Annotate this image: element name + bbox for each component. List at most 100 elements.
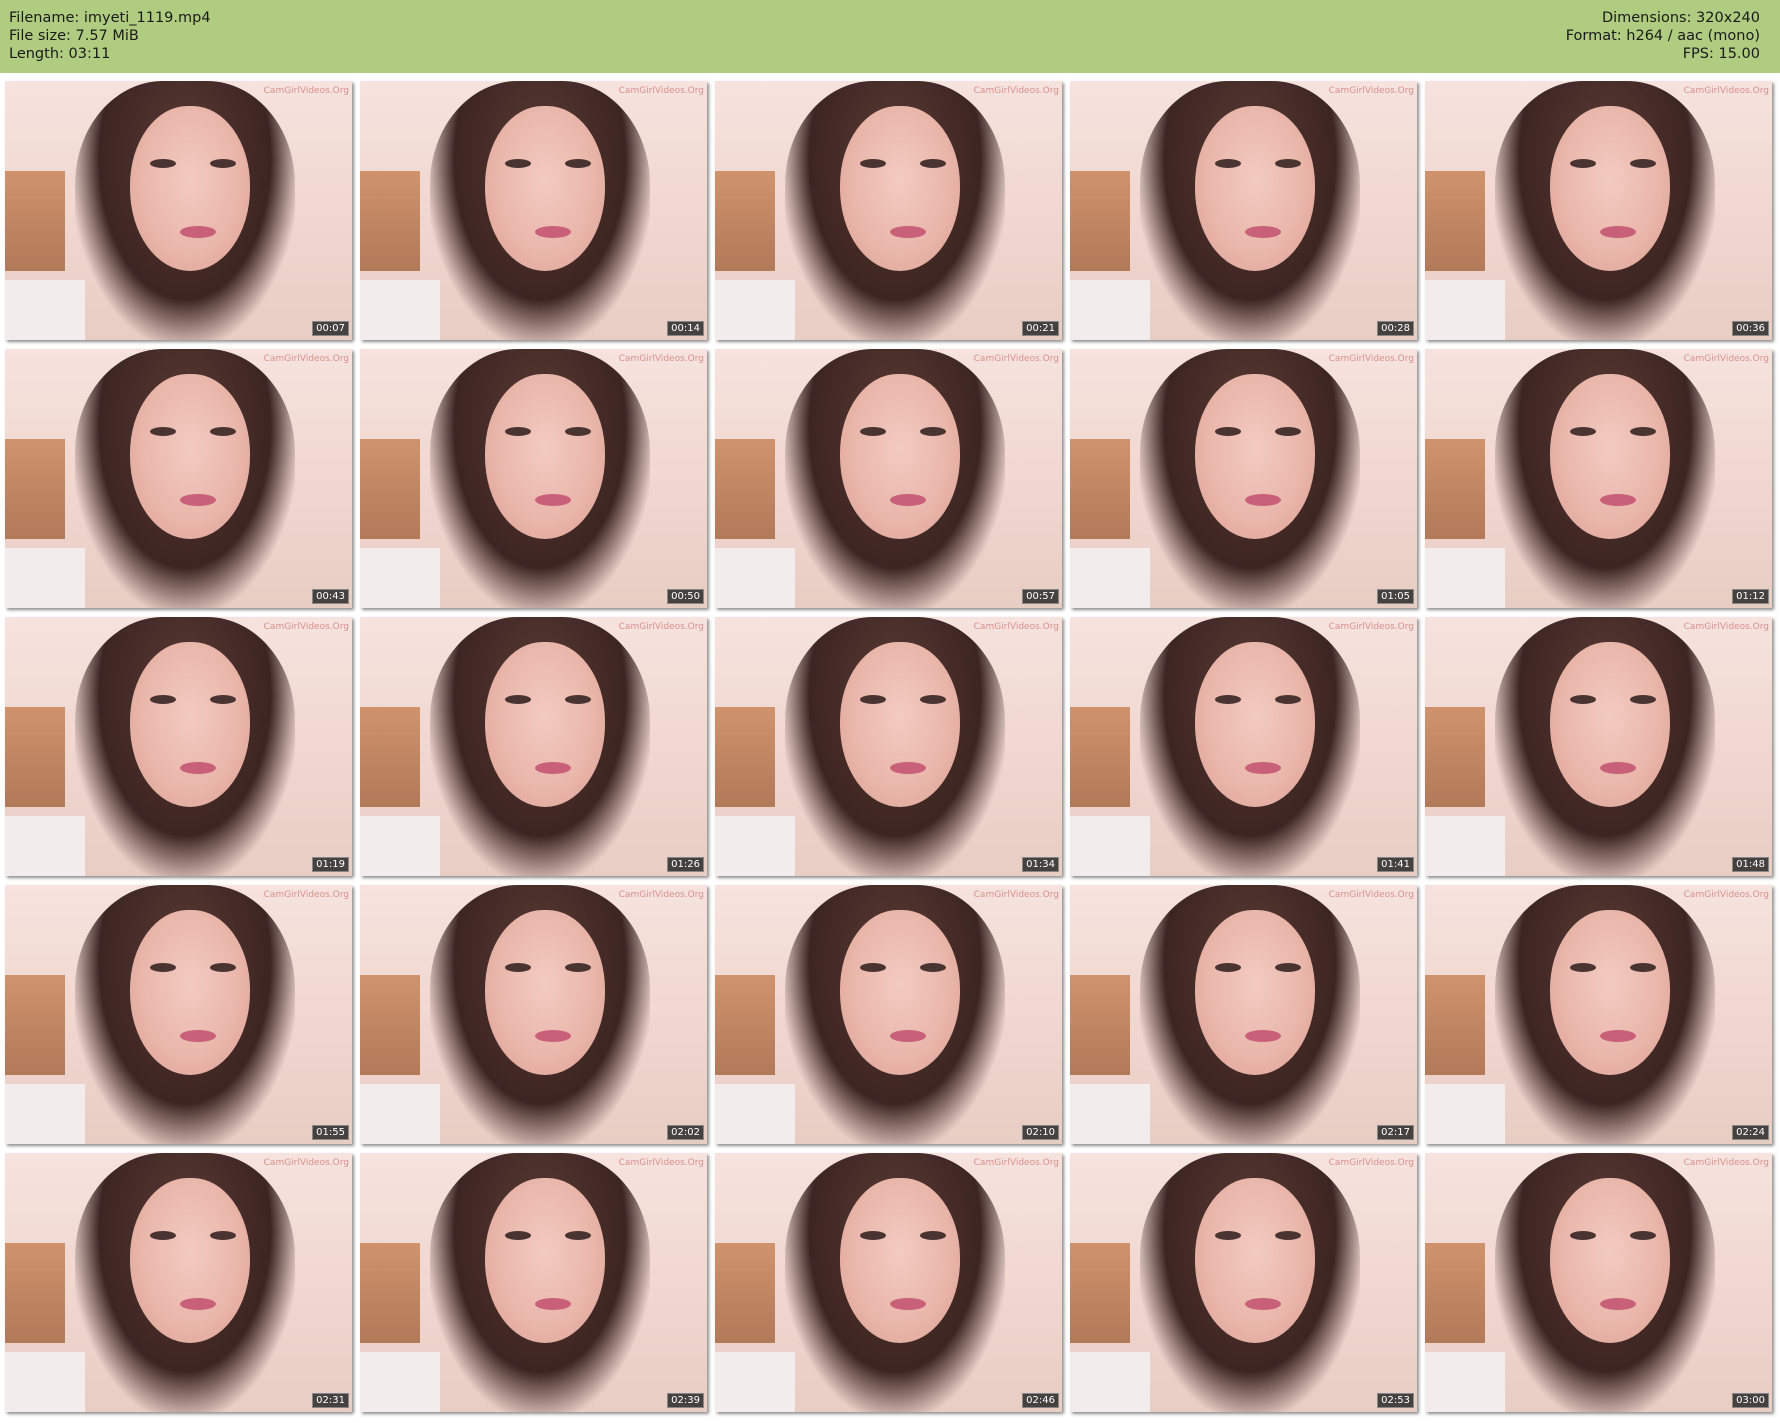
- thumbnail-timestamp: 02:31: [312, 1393, 349, 1408]
- frame-bed: [1425, 816, 1505, 876]
- frame-shelf: [360, 707, 420, 807]
- thumbnail-timestamp: 01:34: [1022, 857, 1059, 872]
- frame-eye: [860, 1231, 886, 1240]
- frame-eye: [150, 159, 176, 168]
- frame-shelf: [360, 439, 420, 539]
- frame-eye: [1630, 1231, 1656, 1240]
- frame-lips: [1245, 1030, 1281, 1042]
- thumbnail-timestamp: 00:28: [1377, 321, 1414, 336]
- frame-eye: [920, 427, 946, 436]
- frame-eye: [1630, 427, 1656, 436]
- frame-eye: [860, 695, 886, 704]
- watermark: CamGirlVideos.Org: [263, 86, 349, 96]
- thumbnail-timestamp: 00:50: [667, 589, 704, 604]
- video-thumbnail: CamGirlVideos.Org 00:43: [5, 349, 352, 608]
- frame-bed: [1425, 1352, 1505, 1412]
- watermark: CamGirlVideos.Org: [263, 1158, 349, 1168]
- frame-eye: [150, 427, 176, 436]
- frame-bed: [1070, 1352, 1150, 1412]
- frame-face: [485, 910, 605, 1075]
- frame-shelf: [715, 1243, 775, 1343]
- frame-face: [1195, 910, 1315, 1075]
- frame-lips: [890, 762, 926, 774]
- frame-lips: [1600, 226, 1636, 238]
- frame-bed: [715, 816, 795, 876]
- length-label: Length: 03:11: [9, 46, 111, 62]
- frame-bed: [360, 280, 440, 340]
- frame-eye: [860, 427, 886, 436]
- frame-eye: [1275, 1231, 1301, 1240]
- video-thumbnail: CamGirlVideos.Org 00:36: [1425, 81, 1772, 340]
- thumbnail-timestamp: 02:24: [1732, 1125, 1769, 1140]
- info-header: Filename: imyeti_1119.mp4 File size: 7.5…: [0, 0, 1780, 73]
- frame-face: [840, 642, 960, 807]
- frame-shelf: [715, 171, 775, 271]
- thumbnail-timestamp: 00:21: [1022, 321, 1059, 336]
- frame-eye: [210, 427, 236, 436]
- frame-shelf: [1070, 439, 1130, 539]
- thumbnail-timestamp: 00:57: [1022, 589, 1059, 604]
- frame-shelf: [360, 1243, 420, 1343]
- frame-bed: [5, 816, 85, 876]
- file-info: Filename: imyeti_1119.mp4 File size: 7.5…: [9, 9, 211, 63]
- video-thumbnail: CamGirlVideos.Org 01:19: [5, 617, 352, 876]
- frame-eye: [505, 1231, 531, 1240]
- frame-bed: [5, 280, 85, 340]
- frame-lips: [180, 494, 216, 506]
- watermark: CamGirlVideos.Org: [1683, 354, 1769, 364]
- frame-shelf: [5, 707, 65, 807]
- frame-face: [1195, 1178, 1315, 1343]
- frame-face: [1195, 642, 1315, 807]
- video-thumbnail: CamGirlVideos.Org 02:46: [715, 1153, 1062, 1412]
- watermark: CamGirlVideos.Org: [263, 354, 349, 364]
- video-thumbnail: CamGirlVideos.Org 02:17: [1070, 885, 1417, 1144]
- frame-bed: [5, 1352, 85, 1412]
- frame-shelf: [715, 439, 775, 539]
- frame-eye: [1215, 159, 1241, 168]
- format-label: Format: h264 / aac (mono): [1565, 28, 1760, 44]
- frame-shelf: [1070, 707, 1130, 807]
- watermark: CamGirlVideos.Org: [1683, 86, 1769, 96]
- watermark: CamGirlVideos.Org: [1328, 1158, 1414, 1168]
- video-thumbnail: CamGirlVideos.Org 01:55: [5, 885, 352, 1144]
- frame-face: [1550, 642, 1670, 807]
- frame-eye: [210, 1231, 236, 1240]
- frame-lips: [890, 1298, 926, 1310]
- frame-bed: [1425, 548, 1505, 608]
- frame-shelf: [715, 975, 775, 1075]
- frame-lips: [535, 1298, 571, 1310]
- fps-label: FPS: 15.00: [1682, 46, 1760, 62]
- frame-lips: [890, 494, 926, 506]
- watermark: CamGirlVideos.Org: [973, 890, 1059, 900]
- watermark: CamGirlVideos.Org: [973, 1158, 1059, 1168]
- frame-eye: [1630, 963, 1656, 972]
- frame-lips: [535, 1030, 571, 1042]
- video-thumbnail: CamGirlVideos.Org 01:26: [360, 617, 707, 876]
- video-thumbnail: CamGirlVideos.Org 00:28: [1070, 81, 1417, 340]
- frame-bed: [1425, 1084, 1505, 1144]
- thumbnail-timestamp: 03:00: [1732, 1393, 1769, 1408]
- frame-bed: [715, 280, 795, 340]
- thumbnail-timestamp: 00:07: [312, 321, 349, 336]
- frame-eye: [1570, 427, 1596, 436]
- video-thumbnail: CamGirlVideos.Org 00:50: [360, 349, 707, 608]
- frame-lips: [535, 762, 571, 774]
- frame-bed: [715, 1084, 795, 1144]
- frame-shelf: [1425, 975, 1485, 1075]
- frame-lips: [1600, 1030, 1636, 1042]
- frame-face: [130, 1178, 250, 1343]
- watermark: CamGirlVideos.Org: [618, 1158, 704, 1168]
- frame-eye: [1275, 963, 1301, 972]
- watermark: CamGirlVideos.Org: [973, 622, 1059, 632]
- frame-eye: [1630, 159, 1656, 168]
- thumbnail-timestamp: 02:39: [667, 1393, 704, 1408]
- frame-face: [840, 1178, 960, 1343]
- frame-shelf: [1070, 171, 1130, 271]
- frame-shelf: [5, 439, 65, 539]
- frame-eye: [505, 427, 531, 436]
- frame-shelf: [1425, 171, 1485, 271]
- watermark: CamGirlVideos.Org: [1683, 1158, 1769, 1168]
- watermark: CamGirlVideos.Org: [263, 622, 349, 632]
- frame-shelf: [5, 975, 65, 1075]
- thumbnail-timestamp: 01:05: [1377, 589, 1414, 604]
